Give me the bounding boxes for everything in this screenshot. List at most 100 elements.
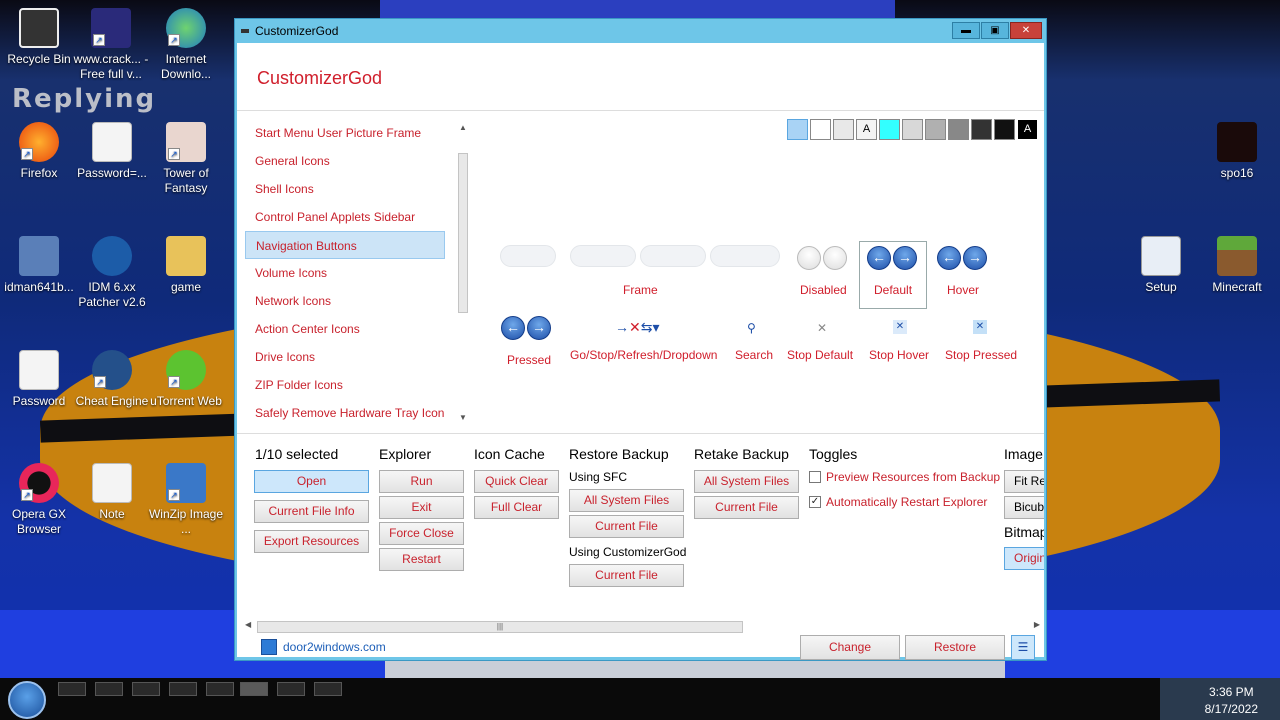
category-item[interactable]: Network Icons xyxy=(245,287,445,315)
swatch-7[interactable] xyxy=(948,119,969,140)
force-close-button[interactable]: Force Close xyxy=(379,522,464,545)
frame-preview-mid2 xyxy=(640,245,706,267)
website-link[interactable]: door2windows.com xyxy=(261,639,386,655)
taskbar-app[interactable] xyxy=(314,682,342,696)
category-item[interactable]: Start Menu User Picture Frame xyxy=(245,119,445,147)
desktop-icon-crack[interactable]: ↗ www.crack... - Free full v... xyxy=(72,8,150,82)
original-button[interactable]: Origin xyxy=(1004,547,1044,570)
desktop-icon-note[interactable]: Note xyxy=(73,463,151,522)
desktop-icon-password[interactable]: Password xyxy=(0,350,78,409)
change-button[interactable]: Change xyxy=(800,635,900,660)
wallpaper-bottom-bar xyxy=(385,660,1005,678)
category-list: Start Menu User Picture Frame General Ic… xyxy=(245,119,468,431)
desktop-icon-minecraft[interactable]: Minecraft xyxy=(1198,236,1276,295)
customizergod-window: CustomizerGod ▬ ▣ ✕ CustomizerGod Start … xyxy=(234,18,1047,661)
minimize-button[interactable]: ▬ xyxy=(952,22,980,39)
swatch-10[interactable]: A xyxy=(1017,119,1038,140)
restore-current-file-sfc-button[interactable]: Current File xyxy=(569,515,684,538)
clock[interactable]: 3:36 PM 8/17/2022 xyxy=(1205,684,1258,718)
full-clear-button[interactable]: Full Clear xyxy=(474,496,559,519)
current-file-info-button[interactable]: Current File Info xyxy=(254,500,369,523)
desktop-icon-tower-of-fantasy[interactable]: ↗ Tower of Fantasy xyxy=(147,122,225,196)
retake-all-system-files-button[interactable]: All System Files xyxy=(694,470,799,493)
maximize-button[interactable]: ▣ xyxy=(981,22,1009,39)
disabled-forward-icon xyxy=(823,246,847,270)
swatch-3[interactable]: A xyxy=(856,119,877,140)
image-file-icon: ↗ xyxy=(166,463,206,503)
taskbar-app[interactable] xyxy=(169,682,197,696)
category-item[interactable]: ZIP Folder Icons xyxy=(245,371,445,399)
category-item[interactable]: Drive Icons xyxy=(245,343,445,371)
category-item[interactable]: Safely Remove Hardware Tray Icon xyxy=(245,399,445,427)
wallpaper-top-banner xyxy=(380,0,895,18)
scroll-up-icon[interactable]: ▲ xyxy=(457,123,469,132)
fit-resize-button[interactable]: Fit Re xyxy=(1004,470,1044,493)
checkbox-unchecked[interactable] xyxy=(809,471,821,483)
scroll-down-icon[interactable]: ▼ xyxy=(457,413,469,422)
desktop-icon-winzip[interactable]: ↗ WinZip Image ... xyxy=(147,463,225,537)
globe-icon: ↗ xyxy=(166,8,206,48)
swatch-0[interactable] xyxy=(787,119,808,140)
document-icon xyxy=(19,350,59,390)
category-item-selected[interactable]: Navigation Buttons xyxy=(245,231,445,259)
restore-button[interactable]: Restore xyxy=(905,635,1005,660)
scroll-thumb[interactable] xyxy=(458,153,468,313)
category-item[interactable]: Shell Icons xyxy=(245,175,445,203)
desktop-icon-utorrent[interactable]: ↗ uTorrent Web xyxy=(147,350,225,409)
run-button[interactable]: Run xyxy=(379,470,464,493)
taskbar-app[interactable] xyxy=(206,682,234,696)
restart-button[interactable]: Restart xyxy=(379,548,464,571)
auto-restart-toggle[interactable]: ✓ Automatically Restart Explorer xyxy=(809,495,987,509)
restore-current-file-cg-button[interactable]: Current File xyxy=(569,564,684,587)
swatch-8[interactable] xyxy=(971,119,992,140)
desktop-icon-cheat-engine[interactable]: ↗ Cheat Engine xyxy=(73,350,151,409)
title-bar[interactable]: CustomizerGod xyxy=(235,19,1046,43)
category-item[interactable]: Control Panel Applets Sidebar xyxy=(245,203,445,231)
export-resources-button[interactable]: Export Resources xyxy=(254,530,369,553)
preview-resources-toggle[interactable]: Preview Resources from Backup xyxy=(809,470,1000,484)
desktop-icon-spo16[interactable]: spo16 xyxy=(1198,122,1276,181)
swatch-6[interactable] xyxy=(925,119,946,140)
bicubic-button[interactable]: Bicub xyxy=(1004,496,1044,519)
clock-time: 3:36 PM xyxy=(1208,685,1254,699)
system-tray: 3:36 PM 8/17/2022 xyxy=(1160,678,1280,720)
desktop-icon-idman[interactable]: idman641b... xyxy=(0,236,78,295)
horizontal-scrollbar[interactable]: ◀ ||| ▶ xyxy=(245,619,1040,633)
menu-icon[interactable]: ☰ xyxy=(1011,635,1035,660)
taskbar-app[interactable] xyxy=(95,682,123,696)
desktop-icon-internet-download[interactable]: ↗ Internet Downlo... xyxy=(147,8,225,82)
restore-all-system-files-button[interactable]: All System Files xyxy=(569,489,684,512)
quick-clear-button[interactable]: Quick Clear xyxy=(474,470,559,493)
desktop-icon-game[interactable]: game xyxy=(147,236,225,295)
desktop-icon-opera-gx[interactable]: ↗ Opera GX Browser xyxy=(0,463,78,537)
taskbar-app[interactable] xyxy=(58,682,86,696)
swatch-4[interactable] xyxy=(879,119,900,140)
horizontal-scroll-thumb[interactable]: ||| xyxy=(257,621,743,633)
gear-icon xyxy=(92,236,132,276)
desktop-icon-setup[interactable]: Setup xyxy=(1122,236,1200,295)
desktop-icon-password-file[interactable]: Password=... xyxy=(73,122,151,181)
swatch-1[interactable] xyxy=(810,119,831,140)
scroll-right-icon[interactable]: ▶ xyxy=(1034,620,1040,629)
exit-button[interactable]: Exit xyxy=(379,496,464,519)
swatch-5[interactable] xyxy=(902,119,923,140)
category-scrollbar[interactable]: ▲ ▼ xyxy=(457,119,469,431)
desktop-icon-recycle-bin[interactable]: Recycle Bin xyxy=(0,8,78,67)
stop-pressed-icon: ✕ xyxy=(973,320,987,334)
start-button[interactable] xyxy=(8,681,46,719)
taskbar-app-active[interactable] xyxy=(240,682,268,696)
desktop-icon-firefox[interactable]: ↗ Firefox xyxy=(0,122,78,181)
category-item[interactable]: Action Center Icons xyxy=(245,315,445,343)
checkbox-checked[interactable]: ✓ xyxy=(809,496,821,508)
scroll-left-icon[interactable]: ◀ xyxy=(245,620,251,629)
category-item[interactable]: General Icons xyxy=(245,147,445,175)
swatch-2[interactable] xyxy=(833,119,854,140)
taskbar-app[interactable] xyxy=(132,682,160,696)
swatch-9[interactable] xyxy=(994,119,1015,140)
close-button[interactable]: ✕ xyxy=(1010,22,1042,39)
desktop-icon-idm-patcher[interactable]: IDM 6.xx Patcher v2.6 xyxy=(73,236,151,310)
open-button[interactable]: Open xyxy=(254,470,369,493)
retake-current-file-button[interactable]: Current File xyxy=(694,496,799,519)
taskbar-app[interactable] xyxy=(277,682,305,696)
category-item[interactable]: Volume Icons xyxy=(245,259,445,287)
